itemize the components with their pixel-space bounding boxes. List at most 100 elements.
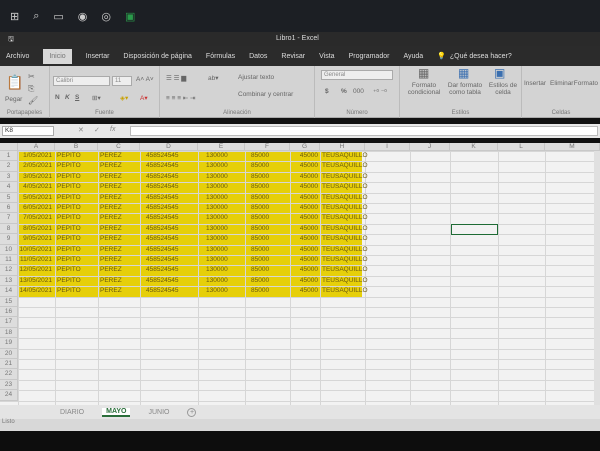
cell-A5[interactable]: 5/05/2021 bbox=[18, 193, 55, 203]
font-color-icon[interactable]: A▾ bbox=[140, 94, 148, 102]
cell-H2[interactable]: TEUSAQUILLO bbox=[320, 161, 380, 171]
cell-D14[interactable]: 458524545 bbox=[140, 286, 198, 296]
paste-icon[interactable]: 📋 bbox=[6, 74, 23, 91]
table-format-icon[interactable]: ▦ bbox=[458, 66, 469, 80]
cell-C11[interactable]: PEREZ bbox=[98, 255, 140, 265]
cell-G5[interactable]: 45000 bbox=[290, 193, 320, 203]
cell-A4[interactable]: 4/05/2021 bbox=[18, 182, 55, 192]
tab-ayuda[interactable]: Ayuda bbox=[403, 53, 423, 60]
tab-inicio[interactable]: Inicio bbox=[43, 48, 72, 64]
column-header-A[interactable]: A bbox=[18, 143, 55, 151]
tab-programador[interactable]: Programador bbox=[349, 53, 390, 60]
column-header-J[interactable]: J bbox=[410, 143, 450, 151]
cell-G1[interactable]: 45000 bbox=[290, 151, 320, 161]
percent-button[interactable]: % bbox=[341, 88, 347, 95]
cell-D2[interactable]: 458524545 bbox=[140, 161, 198, 171]
row-header[interactable]: 22 bbox=[0, 369, 18, 380]
sheet-tab-mayo[interactable]: MAYO bbox=[102, 407, 131, 417]
cell-D6[interactable]: 458524545 bbox=[140, 203, 198, 213]
cell-C7[interactable]: PEREZ bbox=[98, 213, 140, 223]
cell-G3[interactable]: 45000 bbox=[290, 172, 320, 182]
cell-G9[interactable]: 45000 bbox=[290, 234, 320, 244]
font-name-select[interactable]: Calibri bbox=[53, 76, 110, 86]
cell-E2[interactable]: 130000 bbox=[198, 161, 245, 171]
number-format-select[interactable]: General bbox=[321, 70, 393, 80]
decimal-icon[interactable]: ⁺⁰ ⁻⁰ bbox=[373, 88, 387, 96]
cell-C8[interactable]: PEREZ bbox=[98, 224, 140, 234]
cell-G8[interactable]: 45000 bbox=[290, 224, 320, 234]
cancel-icon[interactable]: ✕ bbox=[78, 126, 84, 134]
cell-H6[interactable]: TEUSAQUILLO bbox=[320, 203, 380, 213]
tab-formulas[interactable]: Fórmulas bbox=[206, 53, 235, 60]
cell-D7[interactable]: 458524545 bbox=[140, 213, 198, 223]
cell-C12[interactable]: PEREZ bbox=[98, 265, 140, 275]
cell-E7[interactable]: 130000 bbox=[198, 213, 245, 223]
tab-archivo[interactable]: Archivo bbox=[6, 53, 29, 60]
cell-G6[interactable]: 45000 bbox=[290, 203, 320, 213]
row-header[interactable]: 15 bbox=[0, 296, 18, 307]
row-header[interactable]: 6 bbox=[0, 203, 18, 214]
row-header[interactable]: 12 bbox=[0, 265, 18, 276]
cell-E4[interactable]: 130000 bbox=[198, 182, 245, 192]
sheet-tab-diario[interactable]: DIARIO bbox=[60, 409, 84, 416]
cell-D9[interactable]: 458524545 bbox=[140, 234, 198, 244]
row-header[interactable]: 16 bbox=[0, 307, 18, 318]
cell-C4[interactable]: PEREZ bbox=[98, 182, 140, 192]
cell-H14[interactable]: TEUSAQUILLO bbox=[320, 286, 380, 296]
format-painter-icon[interactable]: 🖌 bbox=[28, 96, 38, 105]
cell-D1[interactable]: 458524545 bbox=[140, 151, 198, 161]
cell-H13[interactable]: TEUSAQUILLO bbox=[320, 276, 380, 286]
cell-A2[interactable]: 2/05/2021 bbox=[18, 161, 55, 171]
cell-D12[interactable]: 458524545 bbox=[140, 265, 198, 275]
row-header[interactable]: 18 bbox=[0, 327, 18, 339]
cell-A3[interactable]: 3/05/2021 bbox=[18, 172, 55, 182]
cell-C2[interactable]: PEREZ bbox=[98, 161, 140, 171]
cell-H3[interactable]: TEUSAQUILLO bbox=[320, 172, 380, 182]
cell-C1[interactable]: PEREZ bbox=[98, 151, 140, 161]
cell-A13[interactable]: 13/05/2021 bbox=[18, 276, 55, 286]
column-header-L[interactable]: L bbox=[498, 143, 545, 151]
cell-E8[interactable]: 130000 bbox=[198, 224, 245, 234]
cell-D5[interactable]: 458524545 bbox=[140, 193, 198, 203]
bold-button[interactable]: N bbox=[55, 94, 60, 101]
selected-cell-K8[interactable] bbox=[451, 223, 498, 236]
row-header[interactable]: 23 bbox=[0, 379, 18, 391]
table-format-button[interactable]: Dar formato como tabla bbox=[446, 82, 484, 96]
cell-D11[interactable]: 458524545 bbox=[140, 255, 198, 265]
cell-D3[interactable]: 458524545 bbox=[140, 172, 198, 182]
copy-icon[interactable]: ⎘ bbox=[28, 84, 34, 94]
cell-E1[interactable]: 130000 bbox=[198, 151, 245, 161]
cell-A6[interactable]: 6/05/2021 bbox=[18, 203, 55, 213]
cell-B11[interactable]: PEPITO bbox=[55, 255, 98, 265]
cell-F8[interactable]: 85000 bbox=[245, 224, 290, 234]
task-view-icon[interactable]: ▭ bbox=[53, 10, 63, 23]
row-header[interactable]: 5 bbox=[0, 192, 18, 203]
row-header[interactable]: 1 bbox=[0, 151, 18, 162]
cell-B14[interactable]: PEPITO bbox=[55, 286, 98, 296]
row-header[interactable]: 24 bbox=[0, 390, 18, 401]
cell-F11[interactable]: 85000 bbox=[245, 255, 290, 265]
cell-B8[interactable]: PEPITO bbox=[55, 224, 98, 234]
cell-styles-button[interactable]: Estilos de celda bbox=[486, 82, 520, 96]
cell-H1[interactable]: TEUSAQUILLO bbox=[320, 151, 380, 161]
cell-A14[interactable]: 14/05/2021 bbox=[18, 286, 55, 296]
row-header[interactable]: 10 bbox=[0, 244, 18, 255]
cell-E12[interactable]: 130000 bbox=[198, 265, 245, 275]
merge-center-button[interactable]: Combinar y centrar bbox=[238, 91, 293, 98]
orientation-icon[interactable]: ab▾ bbox=[208, 74, 219, 82]
row-header[interactable]: 4 bbox=[0, 182, 18, 193]
cell-B3[interactable]: PEPITO bbox=[55, 172, 98, 182]
font-size-select[interactable]: 11 bbox=[112, 76, 132, 86]
row-header[interactable]: 2 bbox=[0, 161, 18, 172]
cell-E14[interactable]: 130000 bbox=[198, 286, 245, 296]
browser-icon[interactable]: ◉ bbox=[78, 10, 88, 23]
column-header-I[interactable]: I bbox=[365, 143, 410, 151]
italic-button[interactable]: K bbox=[65, 94, 70, 101]
cell-C5[interactable]: PEREZ bbox=[98, 193, 140, 203]
currency-button[interactable]: $ bbox=[325, 88, 329, 95]
grow-font-button[interactable]: A˄ A˅ bbox=[136, 76, 154, 83]
cell-F12[interactable]: 85000 bbox=[245, 265, 290, 275]
cell-C13[interactable]: PEREZ bbox=[98, 276, 140, 286]
cell-F14[interactable]: 85000 bbox=[245, 286, 290, 296]
cell-F2[interactable]: 85000 bbox=[245, 161, 290, 171]
